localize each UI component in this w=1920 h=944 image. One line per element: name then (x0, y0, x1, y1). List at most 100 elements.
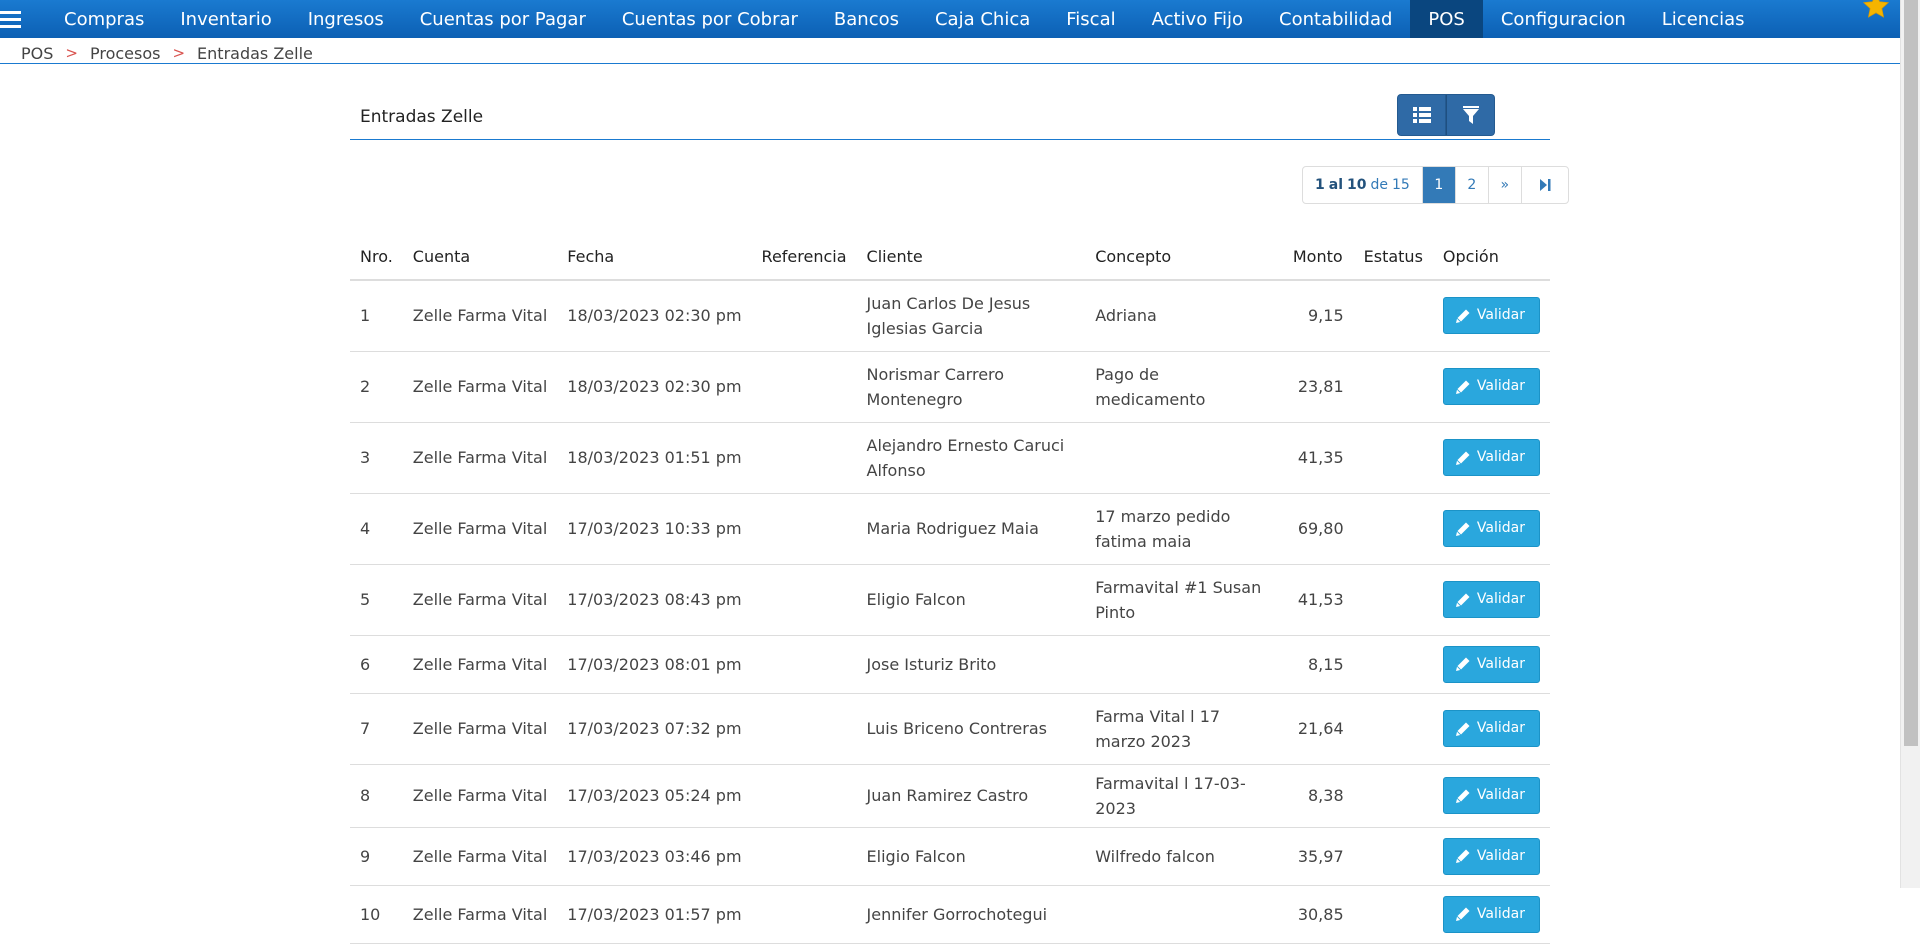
cell-cliente: Luis Briceno Contreras (856, 693, 1086, 765)
scrollbar-thumb[interactable] (1904, 0, 1918, 746)
breadcrumb-item-procesos[interactable]: Procesos (90, 44, 160, 63)
cell-opcion: Validar (1432, 493, 1550, 565)
validar-button-label: Validar (1476, 847, 1525, 864)
list-view-button[interactable] (1397, 94, 1446, 136)
cell-nro: 3 (350, 422, 403, 494)
validar-button[interactable]: Validar (1442, 368, 1540, 405)
entradas-zelle-panel: Entradas Zelle 1 al 10 de 15 1 2 » Nro. … (350, 92, 1569, 944)
column-header-cuenta[interactable]: Cuenta (402, 234, 558, 281)
nav-item-cuentas-por-pagar[interactable]: Cuentas por Pagar (402, 0, 604, 38)
column-header-monto[interactable]: Monto (1282, 234, 1354, 281)
nav-item-contabilidad[interactable]: Contabilidad (1261, 0, 1410, 38)
range-end: 10 (1347, 177, 1367, 193)
cell-cuenta: Zelle Farma Vital (402, 564, 558, 636)
column-header-fecha[interactable]: Fecha (557, 234, 752, 281)
nav-item-compras[interactable]: Compras (46, 0, 162, 38)
cell-opcion: Validar (1432, 693, 1550, 765)
list-icon (1412, 107, 1431, 123)
cell-cuenta: Zelle Farma Vital (402, 422, 558, 494)
cell-monto: 69,80 (1282, 493, 1354, 565)
pencil-icon (1455, 789, 1470, 803)
star-icon[interactable] (1862, 0, 1890, 20)
cell-opcion: Validar (1432, 280, 1550, 352)
page-scrollbar[interactable] (1900, 0, 1920, 888)
cell-concepto: Farmavital l 17-03-2023 (1085, 764, 1283, 828)
table-row: 9 Zelle Farma Vital 17/03/2023 03:46 pm … (350, 827, 1550, 886)
range-separator: al (1328, 177, 1343, 193)
nav-item-pos[interactable]: POS (1410, 0, 1483, 38)
pencil-icon (1455, 380, 1470, 394)
validar-button[interactable]: Validar (1442, 777, 1540, 814)
cell-nro: 5 (350, 564, 403, 636)
breadcrumb-separator: > (172, 44, 186, 62)
nav-item-ingresos[interactable]: Ingresos (290, 0, 402, 38)
cell-estatus (1353, 351, 1433, 423)
breadcrumb-item-entradas-zelle: Entradas Zelle (197, 43, 313, 63)
validar-button[interactable]: Validar (1442, 581, 1540, 618)
panel-header: Entradas Zelle (350, 92, 1550, 140)
validar-button[interactable]: Validar (1442, 710, 1540, 747)
column-header-estatus[interactable]: Estatus (1353, 234, 1433, 281)
cell-fecha: 17/03/2023 05:24 pm (557, 764, 752, 828)
nav-item-caja-chica[interactable]: Caja Chica (917, 0, 1048, 38)
validar-button[interactable]: Validar (1442, 895, 1540, 933)
validar-button[interactable]: Validar (1442, 297, 1540, 335)
cell-cuenta: Zelle Farma Vital (402, 885, 558, 944)
validar-button[interactable]: Validar (1442, 510, 1540, 547)
validar-button[interactable]: Validar (1442, 645, 1540, 683)
cell-nro: 2 (350, 351, 403, 423)
validar-button[interactable]: Validar (1442, 837, 1540, 875)
cell-estatus (1353, 280, 1433, 352)
cell-opcion: Validar (1432, 885, 1550, 944)
cell-cliente: Juan Carlos De Jesus Iglesias Garcia (856, 280, 1086, 352)
cell-nro: 6 (350, 635, 403, 694)
nav-item-activo-fijo[interactable]: Activo Fijo (1134, 0, 1261, 38)
cell-concepto: Adriana (1085, 280, 1283, 352)
next-page-button[interactable]: » (1489, 167, 1522, 203)
cell-referencia (751, 827, 857, 886)
cell-cuenta: Zelle Farma Vital (402, 693, 558, 765)
validar-button-label: Validar (1476, 905, 1525, 922)
total-separator: de (1370, 177, 1388, 193)
nav-item-cuentas-por-cobrar[interactable]: Cuentas por Cobrar (604, 0, 816, 38)
validar-button-label: Validar (1476, 655, 1525, 672)
nav-item-licencias[interactable]: Licencias (1644, 0, 1763, 38)
breadcrumb-item-pos[interactable]: POS (21, 44, 53, 63)
page-1-button[interactable]: 1 (1422, 167, 1456, 203)
pencil-icon (1455, 657, 1470, 671)
cell-estatus (1353, 885, 1433, 944)
cell-cliente: Jose Isturiz Brito (856, 635, 1086, 694)
column-header-cliente[interactable]: Cliente (856, 234, 1086, 281)
toolbar-button-group (1397, 94, 1495, 136)
nav-item-inventario[interactable]: Inventario (162, 0, 289, 38)
validar-button-label: Validar (1476, 307, 1525, 324)
cell-monto: 30,85 (1282, 885, 1354, 944)
filter-button[interactable] (1446, 94, 1495, 136)
pagination-info: 1 al 10 de 15 (1303, 167, 1423, 203)
nav-item-bancos[interactable]: Bancos (816, 0, 917, 38)
last-page-button[interactable] (1522, 167, 1568, 203)
cell-opcion: Validar (1432, 635, 1550, 694)
cell-monto: 8,38 (1282, 764, 1354, 828)
cell-opcion: Validar (1432, 351, 1550, 423)
pencil-icon (1455, 907, 1470, 921)
cell-opcion: Validar (1432, 827, 1550, 886)
validar-button-label: Validar (1476, 520, 1525, 536)
validar-button[interactable]: Validar (1442, 439, 1540, 476)
table-row: 3 Zelle Farma Vital 18/03/2023 01:51 pm … (350, 422, 1550, 494)
column-header-nro[interactable]: Nro. (350, 234, 403, 281)
pencil-icon (1455, 451, 1470, 465)
page-2-button[interactable]: 2 (1456, 167, 1489, 203)
entries-table: Nro. Cuenta Fecha Referencia Cliente Con… (350, 234, 1550, 944)
column-header-referencia[interactable]: Referencia (751, 234, 857, 281)
nav-item-fiscal[interactable]: Fiscal (1048, 0, 1133, 38)
cell-estatus (1353, 827, 1433, 886)
cell-monto: 23,81 (1282, 351, 1354, 423)
range-start: 1 (1315, 177, 1325, 193)
column-header-concepto[interactable]: Concepto (1085, 234, 1283, 281)
cell-nro: 1 (350, 280, 403, 352)
cell-fecha: 17/03/2023 08:43 pm (557, 564, 752, 636)
hamburger-menu-icon[interactable] (0, 0, 36, 38)
cell-opcion: Validar (1432, 764, 1550, 828)
nav-item-configuracion[interactable]: Configuracion (1483, 0, 1644, 38)
